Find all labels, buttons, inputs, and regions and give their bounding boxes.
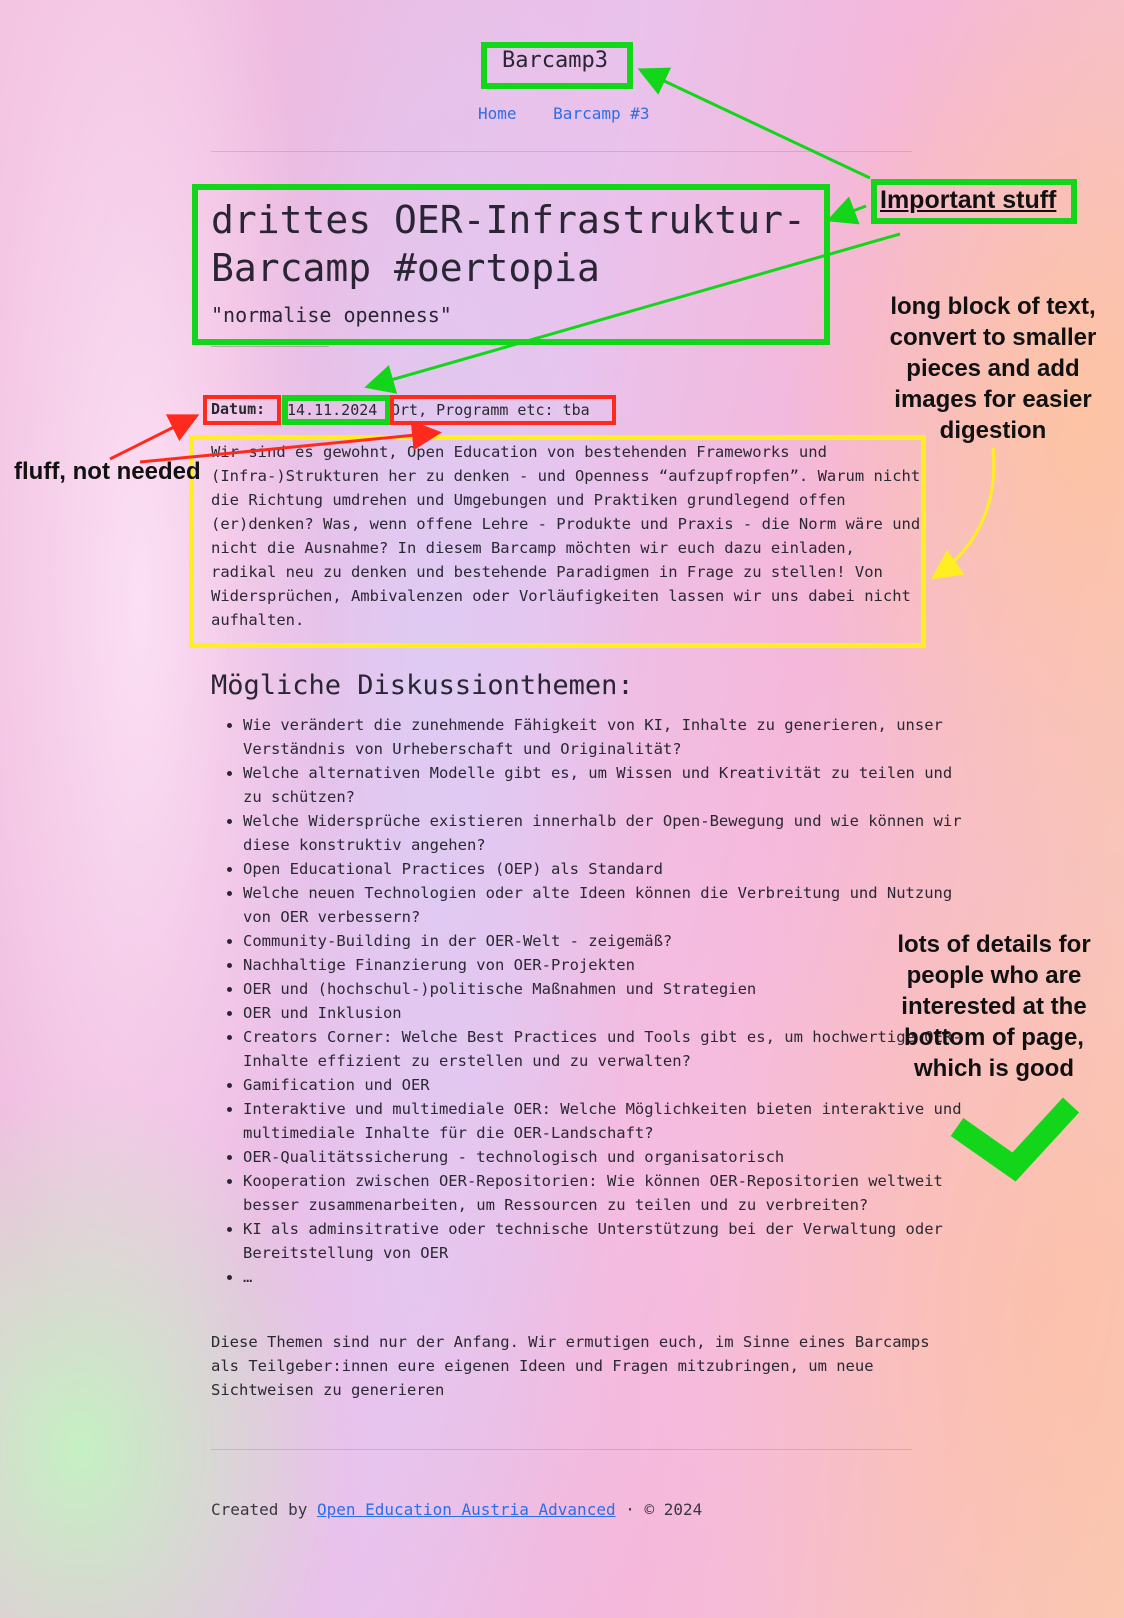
arrow-to-site-title (637, 67, 871, 180)
annotation-details: lots of details for people who are inter… (897, 931, 1091, 1082)
arrow-to-intro (931, 447, 996, 580)
annotation-arrows (109, 67, 1080, 1182)
checkmark-icon (950, 1097, 1080, 1182)
arrow-to-date (364, 232, 901, 394)
arrow-to-date-label (109, 414, 200, 461)
annotation-fluff: fluff, not needed (14, 458, 201, 485)
annotation-important: Important stuff (880, 186, 1057, 214)
annotation-long-text: long block of text, convert to smaller p… (889, 293, 1097, 444)
arrow-to-page-title (826, 196, 867, 225)
